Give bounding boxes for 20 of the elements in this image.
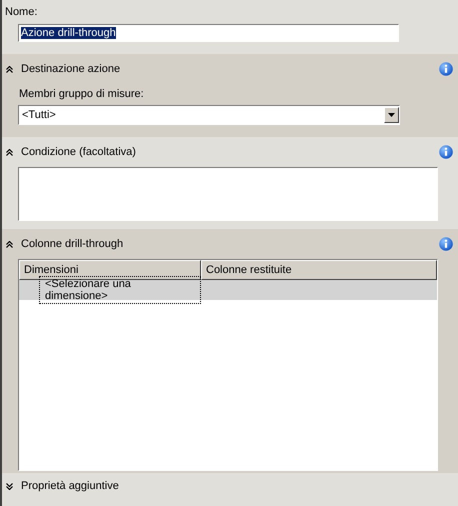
chevron-icon[interactable] (6, 66, 13, 72)
field-label: Membri gruppo di misure: (19, 88, 144, 100)
name-label: Nome: (5, 6, 38, 18)
info-icon[interactable] (439, 62, 453, 76)
dropdown-arrow-icon (388, 113, 395, 117)
chevron-icon[interactable] (6, 148, 13, 156)
section-title: Destinazione azione (21, 63, 122, 75)
section-title: Colonne drill-through (21, 238, 124, 250)
name-field[interactable]: Azione drill-through (18, 24, 399, 42)
name-value: Azione drill-through (21, 27, 116, 39)
info-icon[interactable] (439, 145, 453, 159)
chevron-icon[interactable] (6, 240, 13, 248)
measure-group-dropdown[interactable]: <Tutti> (18, 105, 400, 125)
condition-text-area[interactable] (18, 167, 438, 221)
column-header[interactable]: Dimensioni (19, 260, 201, 280)
column-header[interactable]: Colonne restituite (201, 260, 437, 280)
section-title: Condizione (facoltativa) (21, 146, 137, 158)
info-icon[interactable] (439, 237, 453, 251)
section-title: Proprietà aggiuntive (21, 480, 120, 492)
chevron-icon[interactable] (6, 482, 13, 490)
